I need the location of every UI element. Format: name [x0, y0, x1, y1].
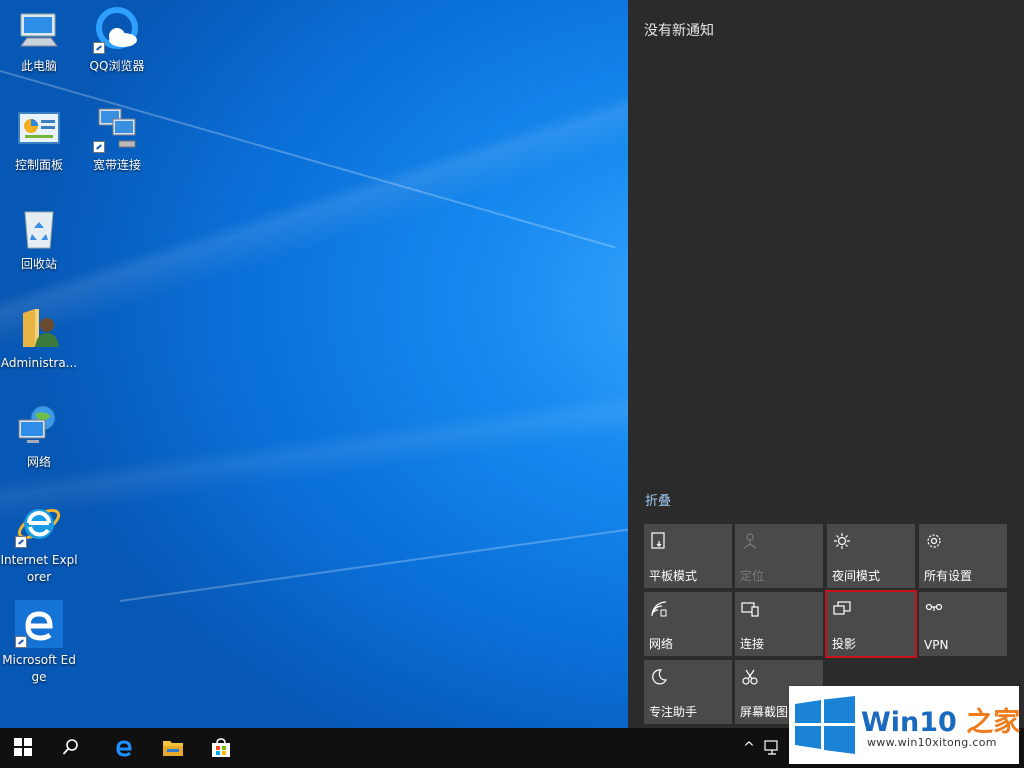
taskbar-store-button[interactable]: [196, 728, 244, 768]
tray-overflow-chevron-icon[interactable]: ^: [738, 728, 760, 768]
tile-location[interactable]: 定位: [735, 524, 823, 588]
desktop-icon-network[interactable]: 网络: [0, 402, 78, 471]
start-icon: [14, 738, 32, 756]
desktop-icon-label: 网络: [26, 455, 51, 469]
tile-network[interactable]: 网络: [644, 592, 732, 656]
network-wifi-icon: [651, 601, 667, 617]
watermark-title-main: Win10: [861, 707, 957, 738]
desktop-icon-label: Microsoft Edge: [2, 653, 76, 684]
shortcut-arrow-icon: [15, 536, 27, 548]
edge-icon: [116, 740, 132, 757]
user-folder-icon: [15, 303, 63, 351]
tile-label: 专注助手: [649, 705, 698, 719]
desktop-icon-label: Internet Explorer: [0, 553, 78, 584]
shortcut-arrow-icon: [93, 141, 105, 153]
tile-label: 屏幕截图: [740, 705, 789, 719]
taskbar-edge-button[interactable]: [100, 728, 148, 768]
no-notifications-text: 没有新通知: [644, 23, 714, 39]
edge-icon: [15, 600, 63, 648]
desktop-icon-label: QQ浏览器: [89, 59, 145, 73]
shortcut-arrow-icon: [15, 636, 27, 648]
tile-label: 夜间模式: [832, 569, 881, 583]
desktop-icon-qq-browser[interactable]: QQ浏览器: [78, 6, 156, 75]
tile-vpn[interactable]: VPN: [919, 592, 1007, 656]
file-explorer-icon: [163, 741, 183, 756]
qq-browser-icon: [93, 6, 141, 54]
desktop-icon-label: 此电脑: [20, 59, 57, 73]
tile-label: 所有设置: [924, 569, 973, 583]
tile-label: 定位: [740, 569, 765, 583]
desktop-icon-broadband[interactable]: 宽带连接: [78, 105, 156, 174]
watermark-url: www.win10xitong.com: [867, 736, 997, 749]
collapse-link[interactable]: 折叠: [645, 490, 671, 509]
shortcut-arrow-icon: [93, 42, 105, 54]
tile-label: 连接: [740, 637, 765, 651]
tile-tablet-mode[interactable]: 平板模式: [644, 524, 732, 588]
desktop-icon-control-panel[interactable]: 控制面板: [0, 105, 78, 174]
network-icon: [15, 402, 63, 450]
tile-focus-assist[interactable]: 专注助手: [644, 660, 732, 724]
focus-assist-moon-icon: [652, 669, 668, 685]
desktop-icon-label: 回收站: [20, 257, 57, 271]
tile-all-settings[interactable]: 所有设置: [919, 524, 1007, 588]
action-center-panel: 没有新通知 折叠 平板模式 定位 夜间模式 所有设置 网络 连接 投影 VPN …: [628, 0, 1024, 728]
desktop-icon-this-pc[interactable]: 此电脑: [0, 6, 78, 75]
watermark-title: Win10 之家: [861, 700, 1020, 739]
tile-label: 网络: [649, 637, 674, 651]
broadband-connection-icon: [93, 105, 141, 153]
wallpaper-light-beam: [119, 527, 636, 602]
watermark-title-accent: 之家: [966, 707, 1021, 738]
desktop-icon-label: 控制面板: [14, 158, 63, 172]
windows-logo-icon: [795, 696, 855, 754]
computer-icon: [15, 6, 63, 54]
night-light-icon: [834, 533, 850, 549]
tile-connect[interactable]: 连接: [735, 592, 823, 656]
search-icon: [62, 739, 78, 755]
settings-gear-icon: [927, 534, 941, 548]
recycle-bin-icon: [15, 204, 63, 252]
vpn-icon: [925, 603, 943, 611]
tile-night-light[interactable]: 夜间模式: [827, 524, 915, 588]
screen-snip-icon: [742, 669, 758, 685]
site-watermark: Win10 之家 www.win10xitong.com: [789, 686, 1020, 764]
desktop-icon-label: Administra...: [0, 356, 78, 370]
tile-label: 投影: [832, 637, 857, 651]
internet-explorer-icon: [15, 500, 63, 548]
search-button[interactable]: [48, 728, 96, 768]
desktop-icon-user-folder[interactable]: Administra...: [0, 303, 78, 372]
connect-icon: [741, 602, 759, 617]
store-icon: [212, 738, 230, 757]
control-panel-icon: [15, 105, 63, 153]
tile-project[interactable]: 投影: [825, 590, 917, 658]
tablet-mode-icon: [651, 532, 665, 549]
desktop-icon-recycle-bin[interactable]: 回收站: [0, 204, 78, 273]
start-button[interactable]: [0, 728, 48, 768]
tray-network-button[interactable]: [762, 728, 784, 768]
tile-label: VPN: [924, 638, 949, 652]
taskbar-file-explorer-button[interactable]: [148, 728, 196, 768]
desktop-icon-microsoft-edge[interactable]: Microsoft Edge: [0, 600, 78, 686]
desktop-icon-label: 宽带连接: [92, 158, 141, 172]
tray-network-icon: [764, 740, 778, 755]
project-icon: [833, 601, 851, 615]
tile-label: 平板模式: [649, 569, 698, 583]
location-icon: [743, 533, 757, 549]
desktop-icon-internet-explorer[interactable]: Internet Explorer: [0, 500, 78, 586]
